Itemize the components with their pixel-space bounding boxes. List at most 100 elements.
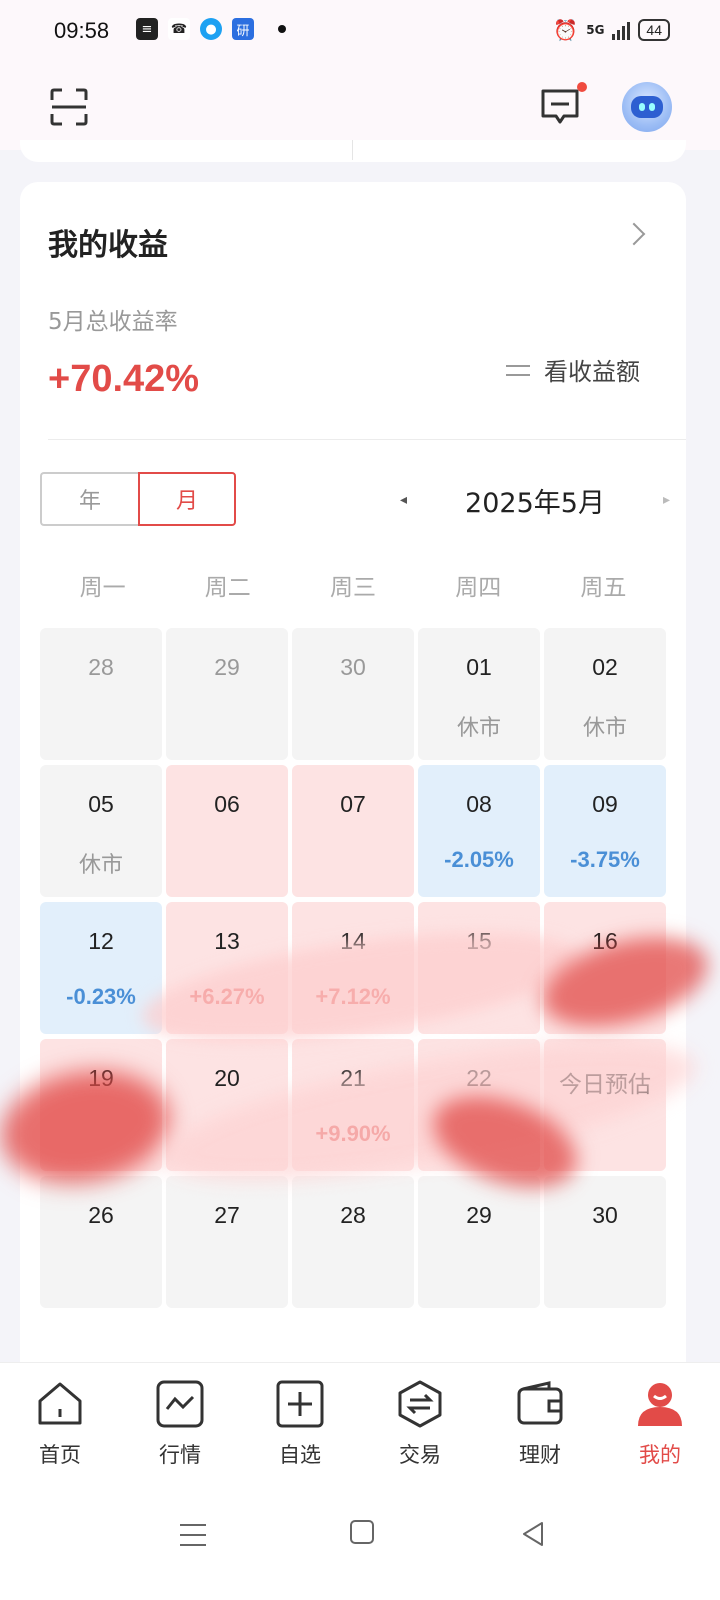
system-nav-bar (0, 1490, 720, 1600)
market-closed-label: 休市 (456, 716, 501, 741)
calendar-grid: 28 29 30 01 休市 02 休市 05 休市 06 07 08 -2.05% 09 -3.75% 12… (40, 628, 666, 1308)
scan-icon[interactable] (50, 88, 88, 126)
daily-return-value: +6.27% (189, 984, 265, 1009)
calendar-cell[interactable]: 08 -2.05% (418, 765, 540, 897)
calendar-day-number: 30 (340, 654, 366, 680)
tab-label: 交易 (399, 1443, 441, 1467)
home-icon (38, 1382, 82, 1425)
calendar-cell[interactable]: 21 +9.90% (292, 1039, 414, 1171)
calendar-cell[interactable]: 16 (544, 902, 666, 1034)
calendar-cell[interactable]: 29 (166, 628, 288, 760)
month-label: 2025年5月 (465, 487, 605, 519)
calendar-day-number: 06 (214, 791, 240, 817)
calendar-cell[interactable]: 29 (418, 1176, 540, 1308)
calendar-day-number: 15 (466, 928, 492, 954)
calendar-day-number: 28 (340, 1202, 366, 1228)
weekday-label: 周一 (79, 575, 126, 601)
tab-watchlist[interactable]: 自选 (240, 1363, 360, 1490)
calendar-day-number: 13 (214, 928, 240, 954)
weekday-label: 周四 (455, 575, 502, 601)
calendar-day-number: 02 (592, 654, 618, 680)
calendar-day-number: 09 (592, 791, 618, 817)
calendar-day-number: 16 (592, 928, 618, 954)
weekday-header: 周一 周二 周三 周四 周五 (40, 568, 666, 602)
tab-label: 首页 (39, 1443, 81, 1467)
calendar-cell[interactable]: 28 (292, 1176, 414, 1308)
more-notifications-dot (278, 25, 286, 33)
recent-apps-icon[interactable] (180, 1524, 206, 1546)
yan-app-icon: 研 (232, 18, 254, 40)
calendar-day-number: 30 (592, 1202, 618, 1228)
home-button-icon[interactable] (350, 1520, 374, 1544)
calendar-day-number: 07 (340, 791, 366, 817)
daily-return-value: -2.05% (444, 847, 514, 872)
calendar-cell[interactable]: 01 休市 (418, 628, 540, 760)
tab-home[interactable]: 首页 (0, 1363, 120, 1490)
trade-exchange-icon (398, 1380, 442, 1428)
period-segment: 年 月 (40, 472, 236, 526)
calendar-day-number: 19 (88, 1065, 114, 1091)
signal-icon (612, 20, 631, 40)
segment-month[interactable]: 月 (138, 472, 236, 526)
calendar-cell[interactable]: 15 (418, 902, 540, 1034)
swap-icon (506, 360, 530, 380)
tab-profile[interactable]: 我的 (600, 1363, 720, 1490)
tab-label: 理财 (519, 1443, 561, 1467)
month-navigator: ◂ 2025年5月 ▸ (400, 480, 670, 520)
calendar-cell[interactable]: 05 休市 (40, 765, 162, 897)
daily-return-value: +9.90% (315, 1121, 391, 1146)
alarm-icon: ⏰ (553, 18, 579, 42)
next-month-icon[interactable]: ▸ (663, 492, 670, 508)
message-icon[interactable] (540, 88, 580, 126)
card-title: 我的收益 (48, 228, 168, 263)
calendar-cell[interactable]: 12 -0.23% (40, 902, 162, 1034)
tab-label: 行情 (159, 1443, 201, 1467)
segment-year[interactable]: 年 (40, 472, 138, 526)
tab-trade[interactable]: 交易 (360, 1363, 480, 1490)
profile-icon (638, 1383, 682, 1426)
tab-market[interactable]: 行情 (120, 1363, 240, 1490)
calendar-cell[interactable]: 06 (166, 765, 288, 897)
calendar-cell[interactable]: 26 (40, 1176, 162, 1308)
divider (48, 439, 686, 440)
calendar-cell[interactable]: 30 (544, 1176, 666, 1308)
calendar-day-number: 01 (466, 654, 492, 680)
weekday-label: 周三 (329, 575, 376, 601)
battery-indicator: 44 (638, 19, 670, 41)
notification-dot (577, 82, 587, 92)
calendar-day-number: 20 (214, 1065, 240, 1091)
calendar-cell[interactable]: 30 (292, 628, 414, 760)
tab-label: 自选 (279, 1443, 321, 1467)
calendar-cell[interactable]: 14 +7.12% (292, 902, 414, 1034)
market-closed-label: 休市 (78, 853, 123, 878)
period-rate-label: 5月总收益率 (48, 309, 178, 335)
calendar-day-number: 28 (88, 654, 114, 680)
calendar-cell[interactable]: 09 -3.75% (544, 765, 666, 897)
calendar-cell[interactable]: 07 (292, 765, 414, 897)
calendar-cell-today[interactable]: 今日预估 (544, 1039, 666, 1171)
calendar-cell[interactable]: 19 (40, 1039, 162, 1171)
calendar-day-number: 26 (88, 1202, 114, 1228)
bottom-tab-bar: 首页 行情 自选 交易 理财 我的 (0, 1362, 720, 1490)
calendar-day-number: 27 (214, 1202, 240, 1228)
prev-month-icon[interactable]: ◂ (400, 492, 407, 508)
qq-icon: ● (200, 18, 222, 40)
calendar-cell[interactable]: 22 (418, 1039, 540, 1171)
top-card-remnant (20, 140, 686, 162)
weekday-label: 周五 (580, 575, 627, 601)
calendar-cell[interactable]: 27 (166, 1176, 288, 1308)
chevron-right-icon[interactable] (622, 222, 646, 246)
tab-wealth[interactable]: 理财 (480, 1363, 600, 1490)
view-amount-toggle[interactable]: 看收益额 (506, 352, 640, 387)
view-amount-label: 看收益额 (544, 358, 640, 386)
calendar-cell[interactable]: 20 (166, 1039, 288, 1171)
status-bar: 09:58 ≡ ☎ ● 研 ⏰ 5G 44 (0, 0, 720, 64)
robot-assistant-icon[interactable] (622, 82, 672, 132)
calendar-cell[interactable]: 13 +6.27% (166, 902, 288, 1034)
calendar-cell[interactable]: 28 (40, 628, 162, 760)
daily-return-value: -3.75% (570, 847, 640, 872)
app-header (0, 64, 720, 150)
calendar-cell[interactable]: 02 休市 (544, 628, 666, 760)
back-icon[interactable] (520, 1520, 546, 1548)
add-watchlist-icon (276, 1380, 324, 1428)
